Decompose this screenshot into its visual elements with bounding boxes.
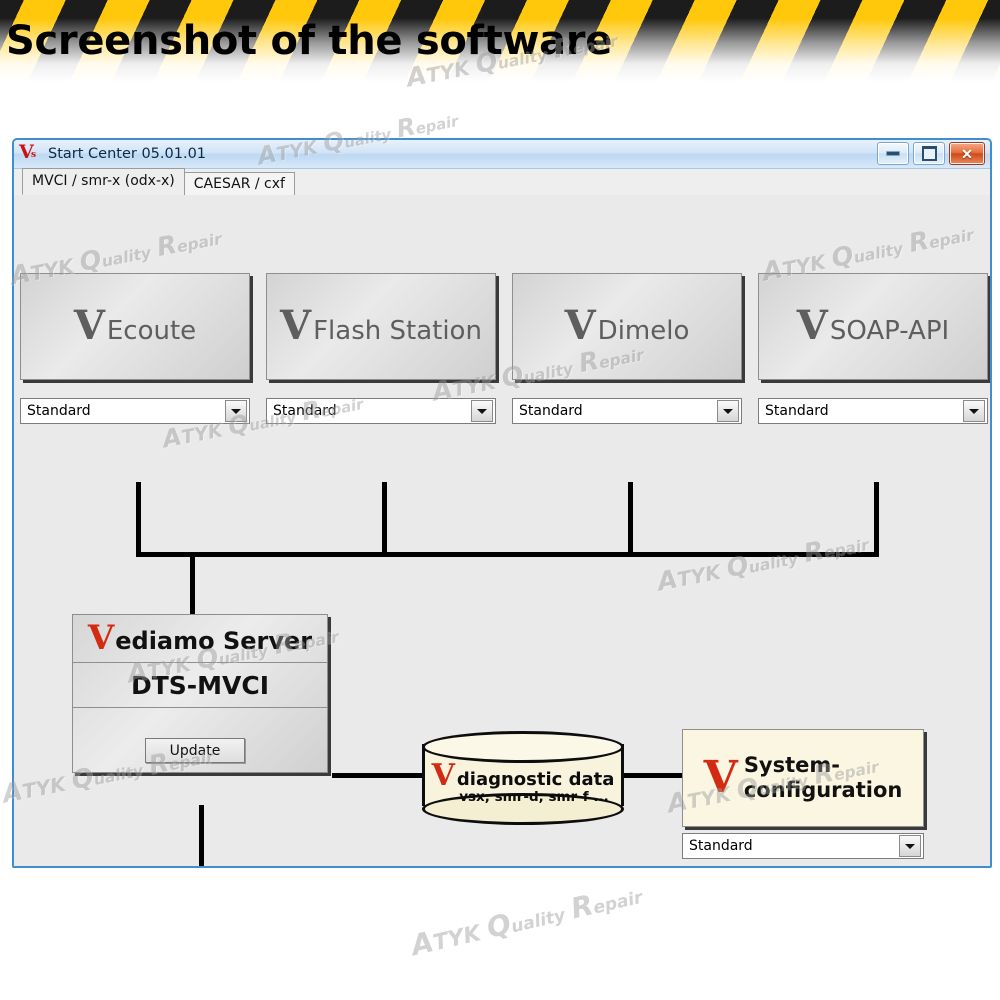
- database-title-line: V diagnostic data: [431, 758, 615, 793]
- server-title: V ediamo Server: [87, 618, 313, 658]
- window-controls: ✕: [877, 142, 985, 165]
- tab-caesar-cxf[interactable]: CAESAR / cxf: [183, 172, 295, 195]
- chevron-down-icon[interactable]: [225, 400, 247, 422]
- window-titlebar: Vs Start Center 05.01.01 ✕: [14, 140, 990, 169]
- connector-line-ecoute: [136, 482, 141, 557]
- module-soap-api-name: SOAP-API: [829, 316, 950, 346]
- database-subtitle: vsx, smr-d, smr-f ...: [459, 789, 609, 805]
- update-button[interactable]: Update: [145, 738, 245, 763]
- dropdown-soap-api-value: Standard: [765, 403, 829, 419]
- connector-line-flash: [382, 482, 387, 557]
- server-subtitle: DTS-MVCI: [130, 670, 270, 700]
- connector-server-to-db: [332, 773, 424, 778]
- module-dimelo-name: Dimelo: [597, 316, 690, 346]
- dropdown-flash-station-value: Standard: [273, 403, 337, 419]
- minimize-button[interactable]: [877, 142, 909, 165]
- server-title-text: ediamo Server: [115, 627, 313, 655]
- tabstrip: MVCI / smr-x (odx-x) CAESAR / cxf: [14, 168, 990, 196]
- module-dimelo[interactable]: V Dimelo: [512, 273, 742, 380]
- page-title: Screenshot of the software: [6, 18, 613, 64]
- connector-line-soap: [874, 482, 879, 557]
- module-flash-station-label: V Flash Station: [280, 302, 482, 349]
- server-title-row: V ediamo Server: [73, 615, 327, 663]
- server-v-glyph: V: [87, 618, 115, 658]
- module-soap-api[interactable]: V SOAP-API: [758, 273, 988, 380]
- window-title: Start Center 05.01.01: [48, 146, 207, 162]
- close-icon: ✕: [961, 145, 973, 162]
- sysconfig-v-glyph: V: [703, 752, 738, 803]
- module-v-glyph: V: [796, 302, 828, 349]
- chevron-down-icon[interactable]: [717, 400, 739, 422]
- module-ecoute-label: V Ecoute: [73, 302, 197, 349]
- dropdown-ecoute-value: Standard: [27, 403, 91, 419]
- module-v-glyph: V: [280, 302, 312, 349]
- connector-db-to-sysconfig: [618, 773, 686, 778]
- module-dimelo-label: V Dimelo: [564, 302, 690, 349]
- database-title: diagnostic data: [456, 769, 615, 790]
- connector-line-dimelo: [628, 482, 633, 557]
- module-flash-station[interactable]: V Flash Station: [266, 273, 496, 380]
- database-label: V diagnostic data vsx, smr-d, smr-f ...: [422, 757, 624, 811]
- sysconfig-text: System- configuration: [744, 753, 903, 803]
- database-v-glyph: V: [431, 758, 455, 793]
- watermark: ATYK Quality Repair: [408, 887, 645, 963]
- system-configuration-panel[interactable]: V System- configuration: [682, 729, 924, 827]
- chevron-down-icon[interactable]: [963, 400, 985, 422]
- connector-line-to-server: [190, 552, 195, 614]
- module-flash-station-name: Flash Station: [313, 316, 482, 346]
- dropdown-dimelo[interactable]: Standard: [512, 398, 742, 424]
- maximize-button[interactable]: [913, 142, 945, 165]
- tab-mvci-smrx[interactable]: MVCI / smr-x (odx-x): [22, 168, 185, 195]
- dropdown-ecoute[interactable]: Standard: [20, 398, 250, 424]
- dropdown-dimelo-value: Standard: [519, 403, 583, 419]
- dropdown-sysconfig[interactable]: Standard: [682, 833, 924, 859]
- connector-bus-horizontal: [136, 552, 879, 557]
- sysconfig-line2: configuration: [743, 778, 903, 802]
- hazard-banner: Screenshot of the software: [0, 0, 1000, 82]
- dropdown-flash-station[interactable]: Standard: [266, 398, 496, 424]
- sysconfig-line1: System-: [743, 753, 841, 777]
- server-subtitle-row: DTS-MVCI: [73, 663, 327, 708]
- maximize-icon: [921, 146, 937, 161]
- module-ecoute-name: Ecoute: [106, 316, 197, 346]
- diagram-canvas: V Ecoute Standard V Flash Station Standa…: [14, 195, 990, 866]
- dropdown-soap-api[interactable]: Standard: [758, 398, 988, 424]
- connector-server-to-car: [199, 805, 204, 866]
- close-button[interactable]: ✕: [949, 142, 985, 165]
- module-soap-api-label: V SOAP-API: [796, 302, 950, 349]
- module-v-glyph: V: [564, 302, 596, 349]
- vediamo-v-icon: Vs: [19, 141, 37, 163]
- vediamo-server-panel[interactable]: V ediamo Server DTS-MVCI Update: [72, 614, 328, 773]
- minimize-icon: [886, 151, 900, 156]
- chevron-down-icon[interactable]: [899, 835, 921, 857]
- sysconfig-label: V System- configuration: [704, 753, 903, 803]
- application-window: Vs Start Center 05.01.01 ✕ MVCI / smr-x …: [12, 138, 992, 868]
- module-v-glyph: V: [73, 302, 105, 349]
- dropdown-sysconfig-value: Standard: [689, 838, 753, 854]
- module-ecoute[interactable]: V Ecoute: [20, 273, 250, 380]
- diagnostic-data-database[interactable]: V diagnostic data vsx, smr-d, smr-f ...: [422, 731, 624, 825]
- chevron-down-icon[interactable]: [471, 400, 493, 422]
